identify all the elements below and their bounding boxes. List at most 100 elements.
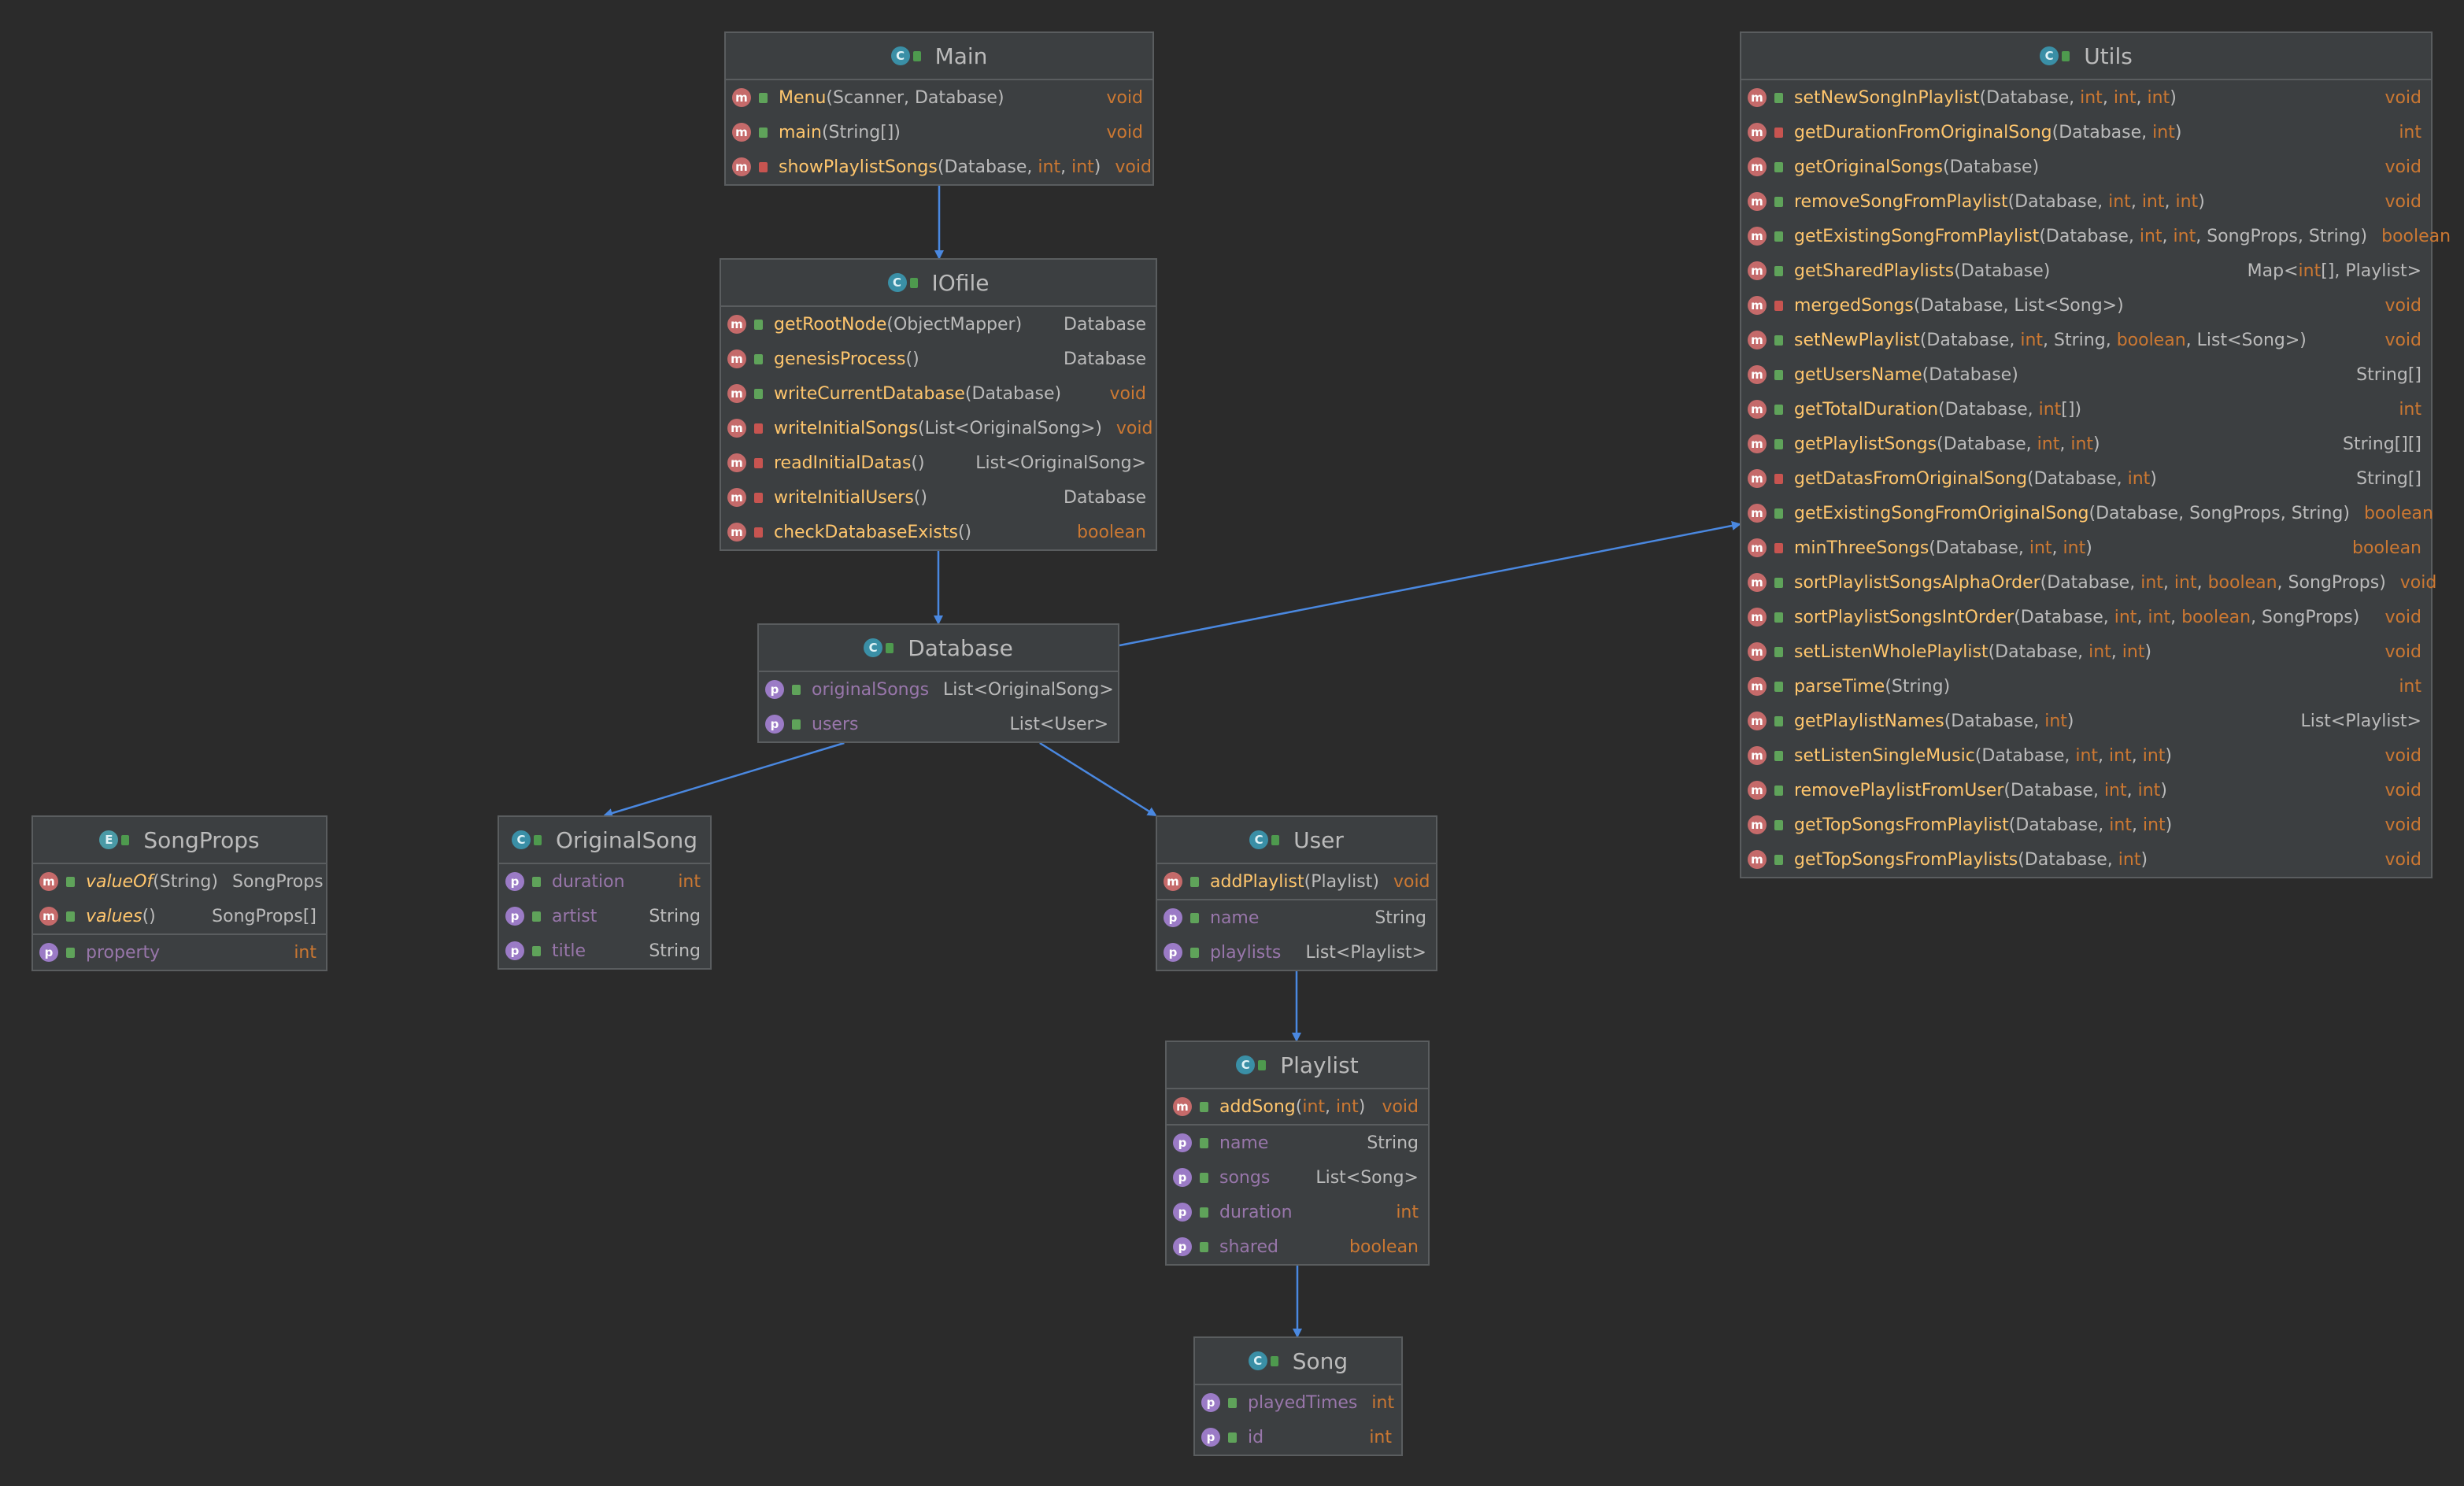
method-row-get-existing-song-from-original-song[interactable]: m getExistingSongFromOriginalSong (Databas… [1741,496,2433,530]
method-row-set-listen-whole-playlist[interactable]: m setListenWholePlaylist (Database, int, i… [1741,634,2431,669]
method-row-get-duration-from-original-song[interactable]: m getDurationFromOriginalSong (Database, i… [1741,115,2431,150]
method-return-type: Database [1064,487,1146,508]
arrow-database-to-utils [1119,521,1741,647]
method-row-write-current-database[interactable]: m writeCurrentDatabase (Database) void [721,376,1156,411]
method-row-min-three-songs[interactable]: m minThreeSongs (Database, int, int) boolea… [1741,530,2431,565]
method-row-sort-playlist-songs-alpha-order[interactable]: m sortPlaylistSongsAlphaOrder (Database, i… [1741,565,2436,600]
public-visibility-icon [792,684,801,695]
method-row-parse-time[interactable]: m parseTime (String) int [1741,669,2431,704]
public-visibility-icon [1774,681,1783,692]
method-name: getSharedPlaylists [1794,261,1955,281]
class-name: OriginalSong [556,826,697,853]
method-row-write-initial-songs[interactable]: m writeInitialSongs (List<OriginalSong>) vo… [721,411,1156,445]
property-row-id[interactable]: p id int [1195,1420,1401,1455]
public-visibility-icon [1190,947,1199,958]
method-params: (String[]) [821,122,901,142]
class-name: SongProps [143,826,260,853]
property-row-artist[interactable]: p artist String [499,899,710,933]
method-row-main[interactable]: m main (String[]) void [726,115,1152,150]
method-row-set-new-song-in-playlist[interactable]: m setNewSongInPlaylist (Database, int, int… [1741,80,2431,115]
private-visibility-icon [1774,300,1783,311]
property-row-property[interactable]: p property int [33,933,326,970]
method-row-merged-songs[interactable]: m mergedSongs (Database, List<Song>) void [1741,288,2431,323]
method-row-get-playlist-names[interactable]: m getPlaylistNames (Database, int) List<Pla… [1741,704,2431,738]
method-params: (List<OriginalSong>) [917,418,1102,438]
method-row-remove-song-from-playlist[interactable]: m removeSongFromPlaylist (Database, int, i… [1741,184,2431,219]
method-params: (String) [153,871,218,892]
method-row-get-top-songs-from-playlists[interactable]: m getTopSongsFromPlaylists (Database, int)… [1741,842,2431,877]
method-row-remove-playlist-from-user[interactable]: m removePlaylistFromUser (Database, int, i… [1741,773,2431,808]
method-row-get-playlist-songs[interactable]: m getPlaylistSongs (Database, int, int) Str… [1741,427,2431,461]
class-database[interactable]: C Database p originalSongs List<OriginalSong… [757,623,1119,743]
class-songprops[interactable]: E SongProps m valueOf (String) SongProps m valu… [31,815,327,971]
class-song[interactable]: C Song p playedTimes int p id int [1193,1336,1403,1456]
method-row-get-datas-from-original-song[interactable]: m getDatasFromOriginalSong (Database, int)… [1741,461,2431,496]
property-row-duration[interactable]: p duration int [1167,1195,1428,1229]
public-visibility-icon [1774,161,1783,172]
class-originalsong[interactable]: C OriginalSong p duration int p artist String p t… [498,815,712,970]
method-row-add-song[interactable]: m addSong (int, int) void [1167,1089,1428,1124]
property-type: boolean [1349,1236,1419,1257]
method-row-show-playlist-songs[interactable]: m showPlaylistSongs (Database, int, int) vo… [726,150,1152,184]
private-visibility-icon [1774,473,1783,484]
method-row-write-initial-users[interactable]: m writeInitialUsers() Database [721,480,1156,515]
method-return-type: void [2384,849,2421,870]
method-row-set-new-playlist[interactable]: m setNewPlaylist (Database, int, String, b… [1741,323,2431,357]
property-type: String [649,906,701,926]
property-row-name[interactable]: p name String [1157,899,1436,935]
class-name: Song [1292,1347,1349,1374]
class-main[interactable]: C Main m Menu (Scanner, Database) void m main (S… [724,31,1154,186]
public-visibility-icon [1774,577,1783,588]
method-row-get-shared-playlists[interactable]: m getSharedPlaylists (Database) Map<int[], … [1741,253,2431,288]
method-name: getUsersName [1794,364,1922,385]
class-header: C Playlist [1167,1042,1428,1089]
property-icon: p [765,715,784,734]
method-row-get-total-duration[interactable]: m getTotalDuration (Database, int[]) int [1741,392,2431,427]
class-playlist[interactable]: C Playlist m addSong (int, int) void p name Stri… [1165,1041,1430,1266]
method-row-values[interactable]: m values() SongProps[] [33,899,326,933]
method-row-get-original-songs[interactable]: m getOriginalSongs (Database) void [1741,150,2431,184]
method-row-get-existing-song-from-playlist[interactable]: m getExistingSongFromPlaylist (Database, i… [1741,219,2451,253]
property-row-shared[interactable]: p shared boolean [1167,1229,1428,1264]
method-row-get-top-songs-from-playlist[interactable]: m getTopSongsFromPlaylist (Database, int, … [1741,808,2431,842]
method-row-value-of[interactable]: m valueOf (String) SongProps [33,864,326,899]
method-icon: m [727,349,746,368]
method-row-add-playlist[interactable]: m addPlaylist (Playlist) void [1157,864,1436,899]
property-type: int [1396,1202,1419,1222]
method-params: (Database, SongProps, String) [2088,503,2350,523]
property-icon: p [1164,943,1182,962]
method-name: writeInitialUsers [774,487,914,508]
property-row-original-songs[interactable]: p originalSongs List<OriginalSong> [759,672,1118,707]
property-icon: p [1173,1203,1192,1222]
class-utils[interactable]: C Utils m setNewSongInPlaylist (Database, in… [1740,31,2451,878]
method-params: (Database, int) [2027,468,2157,489]
method-row-menu[interactable]: m Menu (Scanner, Database) void [726,80,1152,115]
class-user[interactable]: C User m addPlaylist (Playlist) void p name Stri… [1156,815,1437,971]
property-row-duration[interactable]: p duration int [499,864,710,899]
property-name: duration [1219,1202,1293,1222]
method-params: (Database, int, int, boolean, SongProps) [2014,607,2360,627]
method-return-type: void [2384,815,2421,835]
private-visibility-icon [754,492,763,503]
property-icon: p [1173,1133,1192,1152]
method-row-get-users-name[interactable]: m getUsersName (Database) String[] [1741,357,2431,392]
property-row-playlists[interactable]: p playlists List<Playlist> [1157,935,1436,970]
property-row-songs[interactable]: p songs List<Song> [1167,1160,1428,1195]
public-visibility-icon [2062,50,2070,61]
property-row-name[interactable]: p name String [1167,1124,1428,1160]
property-row-users[interactable]: p users List<User> [759,707,1118,741]
property-row-played-times[interactable]: p playedTimes int [1195,1385,1401,1420]
class-iofile[interactable]: C IOfile m getRootNode (ObjectMapper) Databas… [720,258,1157,551]
method-row-set-listen-single-music[interactable]: m setListenSingleMusic (Database, int, int… [1741,738,2431,773]
public-visibility-icon [754,388,763,399]
property-row-title[interactable]: p title String [499,933,710,968]
method-row-genesis-process[interactable]: m genesisProcess() Database [721,342,1156,376]
method-row-sort-playlist-songs-int-order[interactable]: m sortPlaylistSongsIntOrder (Database, int… [1741,600,2431,634]
method-name: getOriginalSongs [1794,157,1944,177]
public-visibility-icon [792,719,801,730]
method-row-read-initial-datas[interactable]: m readInitialDatas() List<OriginalSong> [721,445,1156,480]
method-return-type: int [2399,399,2421,420]
method-row-get-root-node[interactable]: m getRootNode (ObjectMapper) Database [721,307,1156,342]
method-name: getExistingSongFromPlaylist [1794,226,2040,246]
method-row-check-database-exists[interactable]: m checkDatabaseExists() boolean [721,515,1156,549]
